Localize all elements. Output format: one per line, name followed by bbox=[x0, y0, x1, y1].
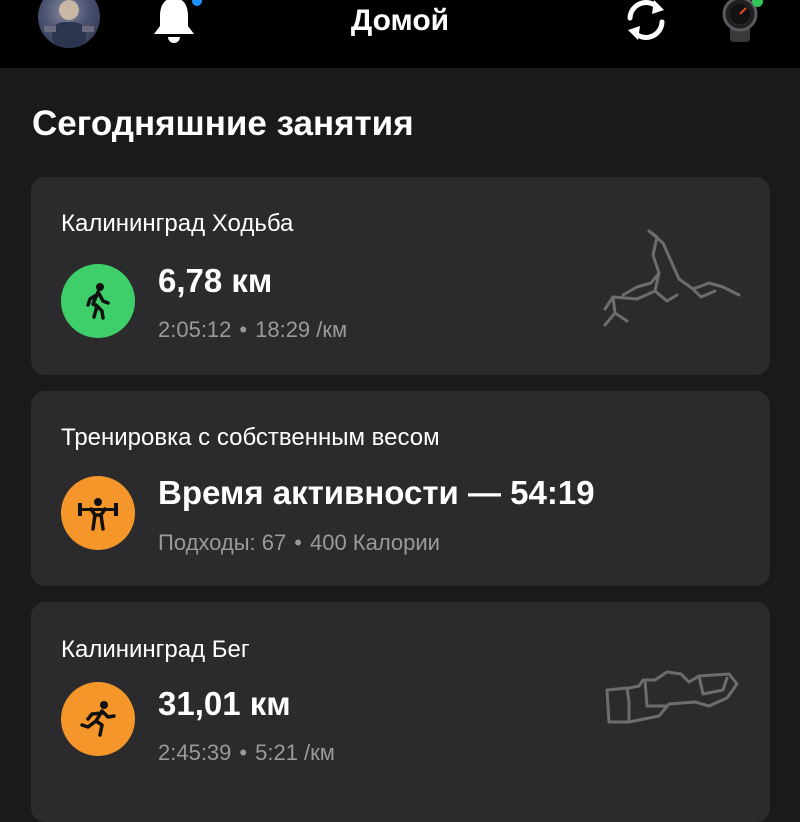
sync-icon[interactable] bbox=[620, 0, 672, 46]
activity-card-strength[interactable]: Тренировка с собственным весом Время акт… bbox=[31, 391, 770, 586]
activity-pace: 18:29 /км bbox=[255, 317, 348, 342]
activity-card-run[interactable]: Калининград Бег 31,01 км 2:45:39 • 5:21 /к… bbox=[31, 602, 770, 822]
page-title: Домой bbox=[350, 4, 450, 37]
activity-title: Калининград Бег bbox=[61, 636, 250, 663]
activity-duration: 2:45:39 bbox=[158, 740, 232, 765]
section-title: Сегодняшние занятия bbox=[32, 104, 414, 143]
running-icon bbox=[61, 682, 135, 756]
activity-pace: 5:21 /км bbox=[255, 740, 335, 765]
top-bar: Домой bbox=[0, 0, 800, 68]
activity-distance: 6,78 км bbox=[158, 262, 273, 299]
activity-active-time: Время активности — 54:19 bbox=[158, 474, 595, 511]
activity-stats: Подходы: 67 • 400 Калории bbox=[158, 530, 440, 555]
activity-calories: 400 Калории bbox=[309, 530, 440, 555]
walking-icon bbox=[61, 264, 135, 338]
activity-stats: 2:05:12 • 18:29 /км bbox=[158, 317, 348, 342]
weightlifting-icon bbox=[61, 476, 135, 550]
route-map-thumbnail bbox=[603, 229, 741, 327]
activity-duration: 2:05:12 bbox=[158, 317, 232, 342]
activity-card-walk[interactable]: Калининград Ходьба 6,78 км 2:05:12 • 18:29… bbox=[31, 177, 770, 375]
activity-title: Тренировка с собственным весом bbox=[61, 424, 440, 451]
activity-sets: Подходы: 67 bbox=[158, 530, 287, 555]
activity-distance: 31,01 км bbox=[158, 685, 291, 722]
route-map-thumbnail bbox=[605, 670, 739, 724]
activity-stats: 2:45:39 • 5:21 /км bbox=[158, 740, 335, 765]
activity-title: Калининград Ходьба bbox=[61, 210, 294, 237]
